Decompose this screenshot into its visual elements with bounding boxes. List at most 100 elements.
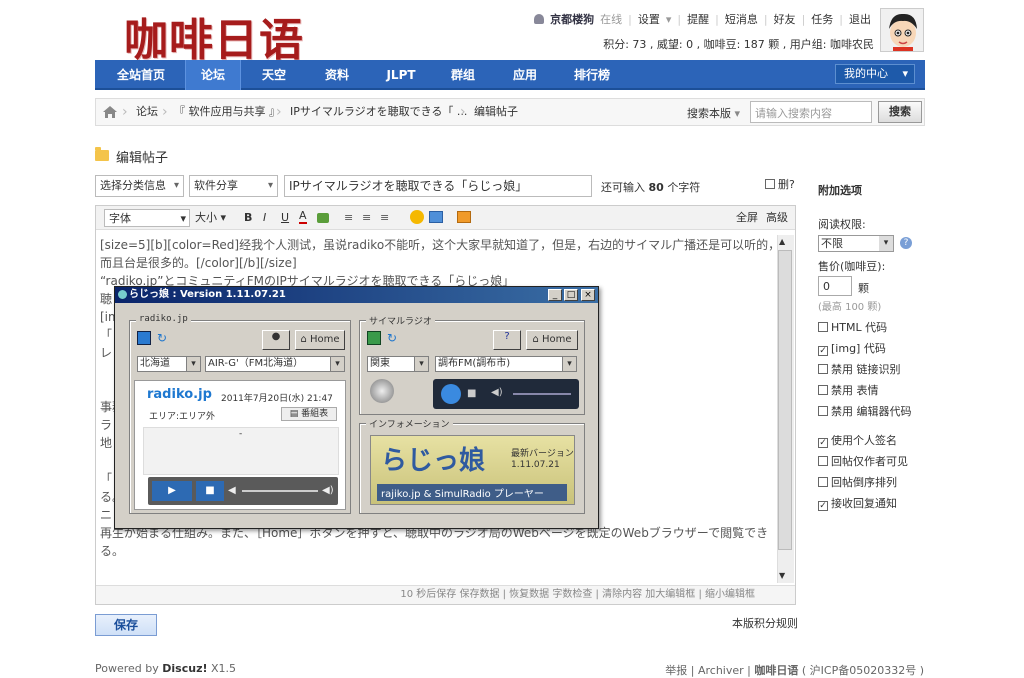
report-link[interactable]: 举报: [665, 664, 687, 677]
rules-link[interactable]: 本版积分规则: [732, 615, 798, 631]
footer-powered: Powered by Discuz! X1.5: [95, 662, 237, 675]
search-input[interactable]: 请输入搜索内容: [750, 101, 872, 123]
scroll-up-icon[interactable]: ▲: [779, 237, 785, 246]
align-center-icon[interactable]: ≡: [362, 209, 371, 227]
scroll-down-icon[interactable]: ▼: [779, 571, 785, 580]
fullscreen-button[interactable]: 全屏: [736, 209, 758, 227]
price-input[interactable]: 0: [818, 276, 852, 296]
volume-icon: ◀): [491, 387, 503, 398]
read-perm-select[interactable]: 不限 ▾: [818, 235, 894, 252]
stop-icon: ■: [467, 388, 477, 399]
checkbox[interactable]: [818, 364, 828, 374]
checkbox[interactable]: [818, 385, 828, 395]
volume-slider: [513, 393, 571, 395]
nav-jlpt[interactable]: JLPT: [373, 60, 429, 90]
banner-title: らじっ娘: [381, 446, 486, 476]
radiko-icon: [137, 331, 151, 345]
my-center-menu[interactable]: 我的中心 ▾: [835, 64, 915, 84]
delete-checkbox[interactable]: 删?: [765, 176, 795, 192]
category-select[interactable]: 选择分类信息: [95, 175, 184, 197]
size-select[interactable]: 大小 ▾: [195, 209, 235, 227]
help-icon: ?: [493, 330, 521, 350]
smiley-icon[interactable]: [410, 210, 424, 224]
align-left-icon[interactable]: ≡: [344, 209, 353, 227]
chevron-down-icon[interactable]: ▾: [666, 13, 672, 26]
scrollbar-thumb[interactable]: [778, 250, 792, 550]
option-author-only[interactable]: 回帖仅作者可见: [818, 453, 908, 469]
type-select[interactable]: 软件分享: [189, 175, 278, 197]
subject-input[interactable]: IPサイマルラジオを聴取できる「らじっ娘」: [284, 175, 592, 197]
nav-groups[interactable]: 群组: [439, 60, 487, 90]
option-html[interactable]: HTML 代码: [818, 319, 887, 335]
checkbox[interactable]: [818, 456, 828, 466]
icp-link[interactable]: ( 沪ICP备05020332号 ): [802, 664, 924, 677]
logout-link[interactable]: 退出: [849, 13, 871, 26]
speaker-icon: [370, 379, 394, 403]
read-perm-label: 阅读权限:: [818, 218, 866, 231]
radiko-display-dash: -: [239, 429, 243, 439]
search-board-label[interactable]: 搜索本版 ▾: [687, 105, 740, 121]
checkbox-checked[interactable]: ✓: [818, 346, 828, 356]
friends-link[interactable]: 好友: [774, 13, 796, 26]
underline-button[interactable]: U: [281, 209, 289, 227]
font-color-button[interactable]: A: [299, 209, 307, 224]
breadcrumb-forum[interactable]: 论坛: [136, 99, 158, 125]
option-reverse-order[interactable]: 回帖倒序排列: [818, 474, 897, 490]
search-button[interactable]: 搜索: [878, 101, 922, 123]
site-logo[interactable]: 咖啡日语: [124, 4, 304, 68]
advanced-button[interactable]: 高级: [766, 209, 788, 227]
option-signature[interactable]: ✓ 使用个人签名: [818, 432, 897, 448]
home-icon[interactable]: [102, 105, 118, 119]
option-disable-link[interactable]: 禁用 链接识别: [818, 361, 901, 377]
bold-button[interactable]: B: [244, 209, 252, 227]
app-icon: [118, 290, 127, 299]
font-select[interactable]: 字体 ▾: [104, 209, 190, 227]
checkbox[interactable]: [818, 322, 828, 332]
option-disable-editor-code[interactable]: 禁用 编辑器代码: [818, 403, 912, 419]
messages-link[interactable]: 短消息: [725, 13, 758, 26]
checkbox[interactable]: [818, 406, 828, 416]
editor-statusbar[interactable]: 10 秒后保存 保存数据 | 恢复数据 字数检查 | 清除内容 加大编辑框 | …: [96, 585, 795, 604]
nav-home[interactable]: 全站首页: [107, 60, 175, 90]
nav-resources[interactable]: 资料: [311, 60, 363, 90]
tasks-link[interactable]: 任务: [811, 13, 833, 26]
italic-button[interactable]: I: [263, 209, 266, 227]
folder-icon: [95, 147, 109, 161]
volume-slider: [242, 490, 318, 492]
save-button[interactable]: 保存: [95, 614, 157, 636]
radiko-date: 2011年7月20日(水) 21:47: [221, 394, 333, 404]
option-img[interactable]: ✓ [img] 代码: [818, 340, 886, 356]
volume-icon: ◀: [228, 485, 236, 496]
avatar[interactable]: [880, 8, 924, 52]
discuz-link[interactable]: Discuz!: [162, 662, 207, 675]
option-notify[interactable]: ✓ 接收回复通知: [818, 495, 897, 511]
online-status[interactable]: 在线: [600, 13, 622, 26]
help-icon[interactable]: ?: [900, 237, 912, 249]
archiver-link[interactable]: Archiver: [698, 664, 744, 677]
checkbox[interactable]: [818, 477, 828, 487]
char-limit: 还可输入 80 个字符: [601, 181, 701, 194]
chevron-right-icon: ›: [276, 104, 282, 120]
link-icon[interactable]: [317, 213, 329, 223]
username-link[interactable]: 京都楼狗: [550, 13, 594, 26]
breadcrumb-thread[interactable]: IPサイマルラジオを聴取できる「 ...: [290, 99, 467, 125]
nav-apps[interactable]: 应用: [499, 60, 551, 90]
checkbox-checked[interactable]: ✓: [818, 501, 828, 511]
breadcrumb-board[interactable]: 『 软件应用与共享 』: [174, 99, 280, 125]
chevron-right-icon: ›: [122, 104, 128, 120]
chevron-right-icon: ›: [460, 104, 466, 120]
image-icon[interactable]: [429, 211, 443, 223]
option-disable-smiley[interactable]: 禁用 表情: [818, 382, 879, 398]
nav-ranking[interactable]: 排行榜: [563, 60, 621, 90]
nav-sky[interactable]: 天空: [249, 60, 299, 90]
notice-link[interactable]: 提醒: [687, 13, 709, 26]
align-right-icon[interactable]: ≡: [380, 209, 389, 227]
info-group-label: インフォメーション: [366, 417, 453, 430]
main-nav: 全站首页 论坛 天空 资料 JLPT 群组 应用 排行榜: [95, 60, 925, 90]
settings-link[interactable]: 设置: [638, 13, 660, 26]
nav-forum[interactable]: 论坛: [185, 60, 241, 90]
price-label: 售价(咖啡豆):: [818, 260, 886, 273]
site-link[interactable]: 咖啡日语: [754, 664, 798, 677]
checkbox-checked[interactable]: ✓: [818, 438, 828, 448]
attachment-icon[interactable]: [457, 211, 471, 223]
